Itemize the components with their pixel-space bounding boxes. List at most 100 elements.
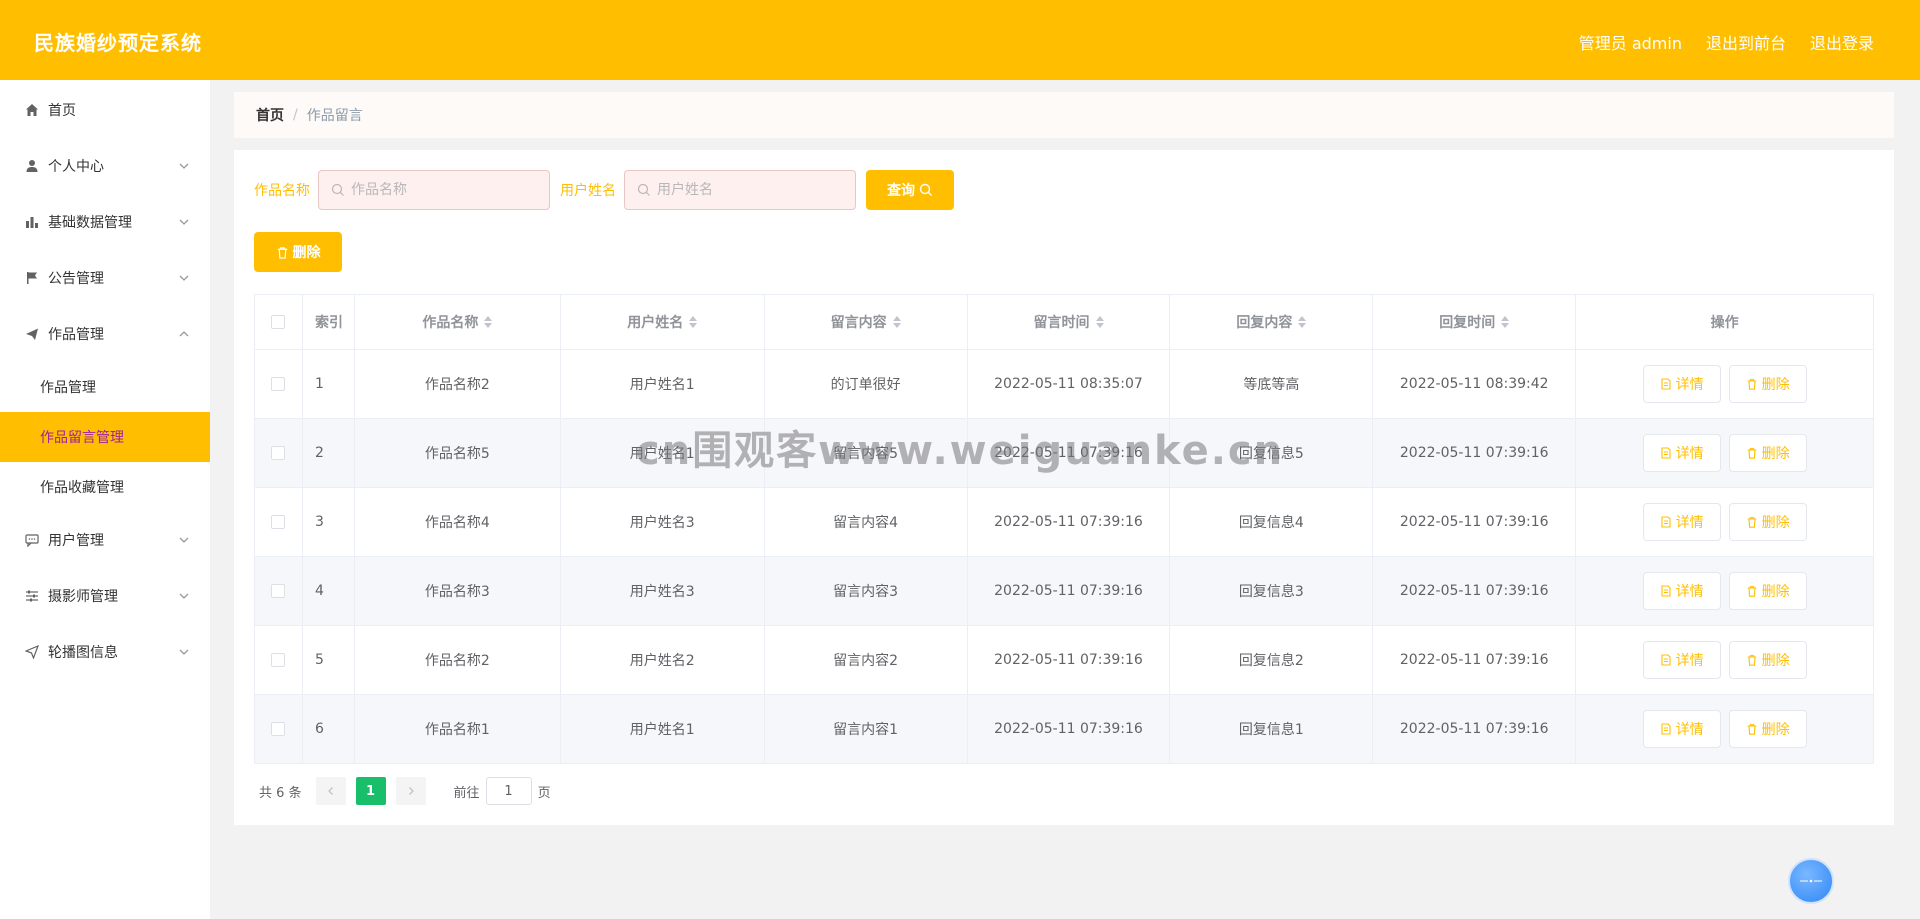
cell-index: 3 xyxy=(302,488,355,557)
select-all-checkbox[interactable] xyxy=(271,315,286,329)
logout-link[interactable]: 退出登录 xyxy=(1810,30,1874,54)
row-checkbox-cell xyxy=(255,488,303,557)
sidebar-item-home[interactable]: 首页 xyxy=(0,82,210,138)
sidebar-sub-work-favorites[interactable]: 作品收藏管理 xyxy=(0,462,210,512)
detail-button-label: 详情 xyxy=(1675,584,1704,600)
sidebar-item-carousel[interactable]: 轮播图信息 xyxy=(0,624,210,680)
cell-reply-time: 2022-05-11 07:39:16 xyxy=(1373,695,1577,764)
column-header[interactable]: 留言时间 xyxy=(967,295,1171,350)
chevron-down-icon xyxy=(179,219,189,225)
detail-button[interactable]: 详情 xyxy=(1642,572,1721,610)
row-checkbox-cell xyxy=(255,626,303,695)
prev-page-button[interactable] xyxy=(315,777,346,805)
detail-button-label: 详情 xyxy=(1675,653,1704,669)
detail-button-label: 详情 xyxy=(1675,446,1704,462)
cell-reply: 回复信息4 xyxy=(1170,488,1374,557)
row-checkbox[interactable] xyxy=(271,722,286,736)
floating-assistant-button[interactable] xyxy=(1788,858,1834,904)
column-header[interactable]: 留言内容 xyxy=(764,295,968,350)
sort-icon[interactable] xyxy=(484,316,493,328)
cell-work-name: 作品名称4 xyxy=(354,488,561,557)
sort-icon[interactable] xyxy=(689,316,698,328)
column-header-label: 作品名称 xyxy=(422,315,479,331)
query-button[interactable]: 查询 xyxy=(866,170,954,210)
query-button-label: 查询 xyxy=(887,183,915,199)
table-row: 1 作品名称2 用户姓名1 的订单很好 2022-05-11 08:35:07 等底等高 2… xyxy=(255,350,1874,419)
sort-icon[interactable] xyxy=(1095,316,1104,328)
row-checkbox-cell xyxy=(255,350,303,419)
sidebar-item-label: 首页 xyxy=(48,103,76,119)
cell-reply-time: 2022-05-11 07:39:16 xyxy=(1373,488,1577,557)
column-header[interactable]: 回复时间 xyxy=(1373,295,1577,350)
cell-user-name: 用户姓名2 xyxy=(560,626,765,695)
cell-comment-time: 2022-05-11 07:39:16 xyxy=(967,626,1171,695)
cell-user-name: 用户姓名1 xyxy=(560,350,765,419)
column-header-label: 回复时间 xyxy=(1439,315,1496,331)
sidebar-sub-work-comments[interactable]: 作品留言管理 xyxy=(0,412,210,462)
comments-table: 索引 作品名称 用户姓名 留言内容 留言时间 回复内容 回复时间 操作 1 作品名… xyxy=(254,294,1874,764)
row-checkbox-cell xyxy=(255,419,303,488)
paper-plane-icon xyxy=(24,644,40,660)
sidebar-item-label: 用户管理 xyxy=(48,533,104,549)
page-number-current[interactable]: 1 xyxy=(355,777,386,805)
chevron-right-icon xyxy=(408,787,414,795)
row-checkbox[interactable] xyxy=(271,377,286,391)
pagination-total: 共 6 条 xyxy=(259,785,302,801)
sidebar-item-profile[interactable]: 个人中心 xyxy=(0,138,210,194)
row-checkbox[interactable] xyxy=(271,584,286,598)
search-icon xyxy=(637,183,650,196)
delete-button[interactable]: 删除 xyxy=(1728,641,1807,679)
detail-button[interactable]: 详情 xyxy=(1642,365,1721,403)
row-checkbox[interactable] xyxy=(271,446,286,460)
detail-button[interactable]: 详情 xyxy=(1642,710,1721,748)
home-icon xyxy=(24,102,40,118)
goto-page-input[interactable] xyxy=(485,777,532,805)
exit-to-front-link[interactable]: 退出到前台 xyxy=(1706,30,1786,54)
document-icon xyxy=(1661,516,1671,528)
cell-comment: 留言内容3 xyxy=(764,557,968,626)
detail-button[interactable]: 详情 xyxy=(1642,503,1721,541)
next-page-button[interactable] xyxy=(395,777,426,805)
delete-button[interactable]: 删除 xyxy=(1728,365,1807,403)
row-checkbox[interactable] xyxy=(271,515,286,529)
user-icon xyxy=(24,158,40,174)
trash-icon xyxy=(277,246,287,259)
sidebar-item-notice[interactable]: 公告管理 xyxy=(0,250,210,306)
sidebar-item-photographers[interactable]: 摄影师管理 xyxy=(0,568,210,624)
column-header[interactable]: 作品名称 xyxy=(354,295,561,350)
search-icon xyxy=(331,183,344,196)
sidebar-item-basic-data[interactable]: 基础数据管理 xyxy=(0,194,210,250)
cell-work-name: 作品名称1 xyxy=(354,695,561,764)
row-checkbox[interactable] xyxy=(271,653,286,667)
sidebar-sub-work-manage[interactable]: 作品管理 xyxy=(0,362,210,412)
document-icon xyxy=(1661,447,1671,459)
delete-button[interactable]: 删除 xyxy=(1728,572,1807,610)
column-header: 索引 xyxy=(302,295,355,350)
work-name-input[interactable] xyxy=(351,182,531,198)
table-row: 2 作品名称5 用户姓名1 留言内容5 2022-05-11 07:39:16 回复信息5… xyxy=(255,419,1874,488)
sort-icon[interactable] xyxy=(892,316,901,328)
delete-button[interactable]: 删除 xyxy=(1728,434,1807,472)
content-card: 作品名称 用户姓名 查询 删除 索引 作品名称 用户姓名 留言内容 留言时间 回… xyxy=(234,150,1894,825)
sort-icon[interactable] xyxy=(1501,316,1510,328)
detail-button[interactable]: 详情 xyxy=(1642,434,1721,472)
table-row: 3 作品名称4 用户姓名3 留言内容4 2022-05-11 07:39:16 回复信息4… xyxy=(255,488,1874,557)
column-header[interactable]: 回复内容 xyxy=(1170,295,1374,350)
cell-reply: 回复信息3 xyxy=(1170,557,1374,626)
sidebar-item-users[interactable]: 用户管理 xyxy=(0,512,210,568)
batch-delete-button[interactable]: 删除 xyxy=(254,232,342,272)
delete-button-label: 删除 xyxy=(1761,515,1790,531)
trash-icon xyxy=(1747,379,1756,390)
delete-button[interactable]: 删除 xyxy=(1728,503,1807,541)
detail-button[interactable]: 详情 xyxy=(1642,641,1721,679)
column-header[interactable]: 用户姓名 xyxy=(560,295,765,350)
sidebar-item-works[interactable]: 作品管理 xyxy=(0,306,210,362)
user-name-field xyxy=(624,170,856,210)
sort-icon[interactable] xyxy=(1298,316,1307,328)
breadcrumb-home[interactable]: 首页 xyxy=(256,105,284,125)
cell-user-name: 用户姓名1 xyxy=(560,695,765,764)
user-name-input[interactable] xyxy=(657,182,837,198)
table-row: 5 作品名称2 用户姓名2 留言内容2 2022-05-11 07:39:16 回复信息2… xyxy=(255,626,1874,695)
cell-user-name: 用户姓名3 xyxy=(560,488,765,557)
delete-button[interactable]: 删除 xyxy=(1728,710,1807,748)
